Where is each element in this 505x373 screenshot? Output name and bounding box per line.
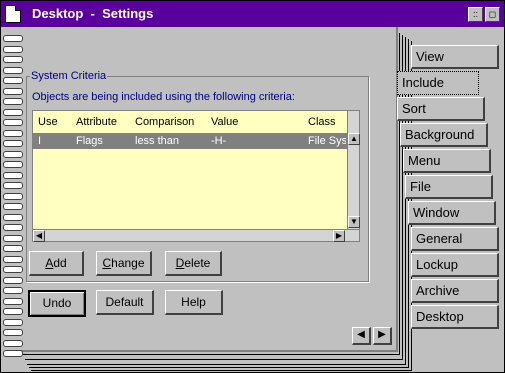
spiral-ring [1, 266, 23, 273]
tab-file[interactable]: File [405, 175, 493, 199]
scroll-left-icon[interactable]: ◀ [33, 230, 45, 242]
horizontal-scrollbar[interactable]: ◀ ▶ [33, 229, 359, 242]
cell-class: File Syst [308, 135, 346, 147]
group-label: System Criteria [30, 70, 108, 82]
spiral-ring [1, 350, 23, 357]
tab-sort[interactable]: Sort [397, 97, 485, 121]
minimize-button[interactable]: :: [468, 7, 483, 22]
cell-comparison: less than [135, 135, 180, 147]
spiral-ring [1, 298, 23, 305]
settings-window: Desktop - Settings :: ◻ System Criteria … [0, 0, 505, 373]
spiral-ring [1, 256, 23, 263]
spiral-ring [1, 329, 23, 336]
spiral-ring [1, 277, 23, 284]
column-header-value[interactable]: Value [211, 116, 238, 128]
delete-button[interactable]: Delete [165, 251, 222, 276]
title-bar[interactable]: Desktop - Settings :: ◻ [1, 1, 504, 27]
spiral-ring [1, 203, 23, 210]
tab-label: Lockup [416, 257, 458, 272]
tab-desktop[interactable]: Desktop [411, 305, 499, 329]
spiral-ring [1, 35, 23, 42]
criteria-table[interactable]: Use Attribute Comparison Value Class I F… [32, 110, 360, 242]
window-title: Desktop - Settings [32, 6, 154, 21]
table-header: Use Attribute Comparison Value Class [33, 111, 347, 133]
tab-general[interactable]: General [411, 227, 499, 251]
column-header-class[interactable]: Class [308, 116, 336, 128]
tab-label: Include [402, 75, 444, 90]
tab-label: Menu [408, 153, 441, 168]
tab-label: Background [405, 127, 475, 142]
spiral-ring [1, 98, 23, 105]
tab-view[interactable]: View [411, 45, 499, 69]
vertical-scrollbar[interactable]: ▲ ▼ [347, 111, 360, 229]
add-button[interactable]: Add [29, 251, 84, 276]
spiral-ring [1, 182, 23, 189]
spiral-ring [1, 161, 23, 168]
spiral-ring [1, 308, 23, 315]
delete-button-label: Delete [175, 256, 211, 270]
tab-background[interactable]: Background [400, 123, 488, 147]
spiral-ring [1, 130, 23, 137]
cell-attribute: Flags [76, 135, 103, 147]
spiral-ring [1, 109, 23, 116]
tab-label: Sort [402, 101, 426, 116]
help-button-label: Help [181, 295, 206, 309]
column-header-attribute[interactable]: Attribute [76, 116, 117, 128]
spiral-ring [1, 151, 23, 158]
spiral-ring [1, 235, 23, 242]
spiral-ring [1, 224, 23, 231]
column-header-comparison[interactable]: Comparison [135, 116, 194, 128]
cell-value: -H- [211, 135, 227, 147]
default-button-label: Default [105, 295, 144, 309]
spiral-ring [1, 172, 23, 179]
maximize-button[interactable]: ◻ [485, 7, 500, 22]
tab-label: General [416, 231, 463, 246]
spiral-ring [1, 193, 23, 200]
tab-label: View [416, 49, 444, 64]
spiral-ring [1, 56, 23, 63]
tab-label: File [410, 179, 431, 194]
cell-use: I [38, 135, 42, 147]
spiral-ring [1, 46, 23, 53]
help-button[interactable]: Help [165, 290, 223, 315]
spiral-ring [1, 77, 23, 84]
spiral-ring [1, 119, 23, 126]
tab-label: Desktop [416, 309, 464, 324]
spiral-ring [1, 287, 23, 294]
tab-label: Archive [416, 283, 460, 298]
change-button-label: Change [102, 256, 145, 270]
scroll-down-icon[interactable]: ▼ [348, 216, 360, 228]
document-icon[interactable] [5, 5, 21, 23]
table-row[interactable]: I Flags less than -H- File Syst [33, 133, 347, 149]
spiral-ring [1, 67, 23, 74]
criteria-info-text: Objects are being included using the fol… [32, 91, 295, 103]
undo-button-label: Undo [42, 296, 72, 310]
column-header-use[interactable]: Use [38, 116, 58, 128]
spiral-ring [1, 245, 23, 252]
default-button[interactable]: Default [96, 290, 154, 315]
tab-label: Window [413, 205, 460, 220]
tab-lockup[interactable]: Lockup [411, 253, 499, 277]
tab-window[interactable]: Window [408, 201, 496, 225]
spiral-ring [1, 140, 23, 147]
previous-page-icon[interactable]: ◀ [352, 327, 371, 345]
tab-include[interactable]: Include [397, 71, 479, 95]
scroll-up-icon[interactable]: ▲ [348, 133, 360, 145]
add-button-label: Add [45, 256, 67, 270]
next-page-icon[interactable]: ▶ [373, 327, 392, 345]
tab-menu[interactable]: Menu [403, 149, 491, 173]
change-button[interactable]: Change [96, 251, 152, 276]
tab-archive[interactable]: Archive [411, 279, 499, 303]
spiral-ring [1, 214, 23, 221]
spiral-ring [1, 88, 23, 95]
undo-button[interactable]: Undo [28, 290, 86, 317]
spiral-ring [1, 340, 23, 347]
scroll-right-icon[interactable]: ▶ [333, 230, 345, 242]
spiral-ring [1, 319, 23, 326]
